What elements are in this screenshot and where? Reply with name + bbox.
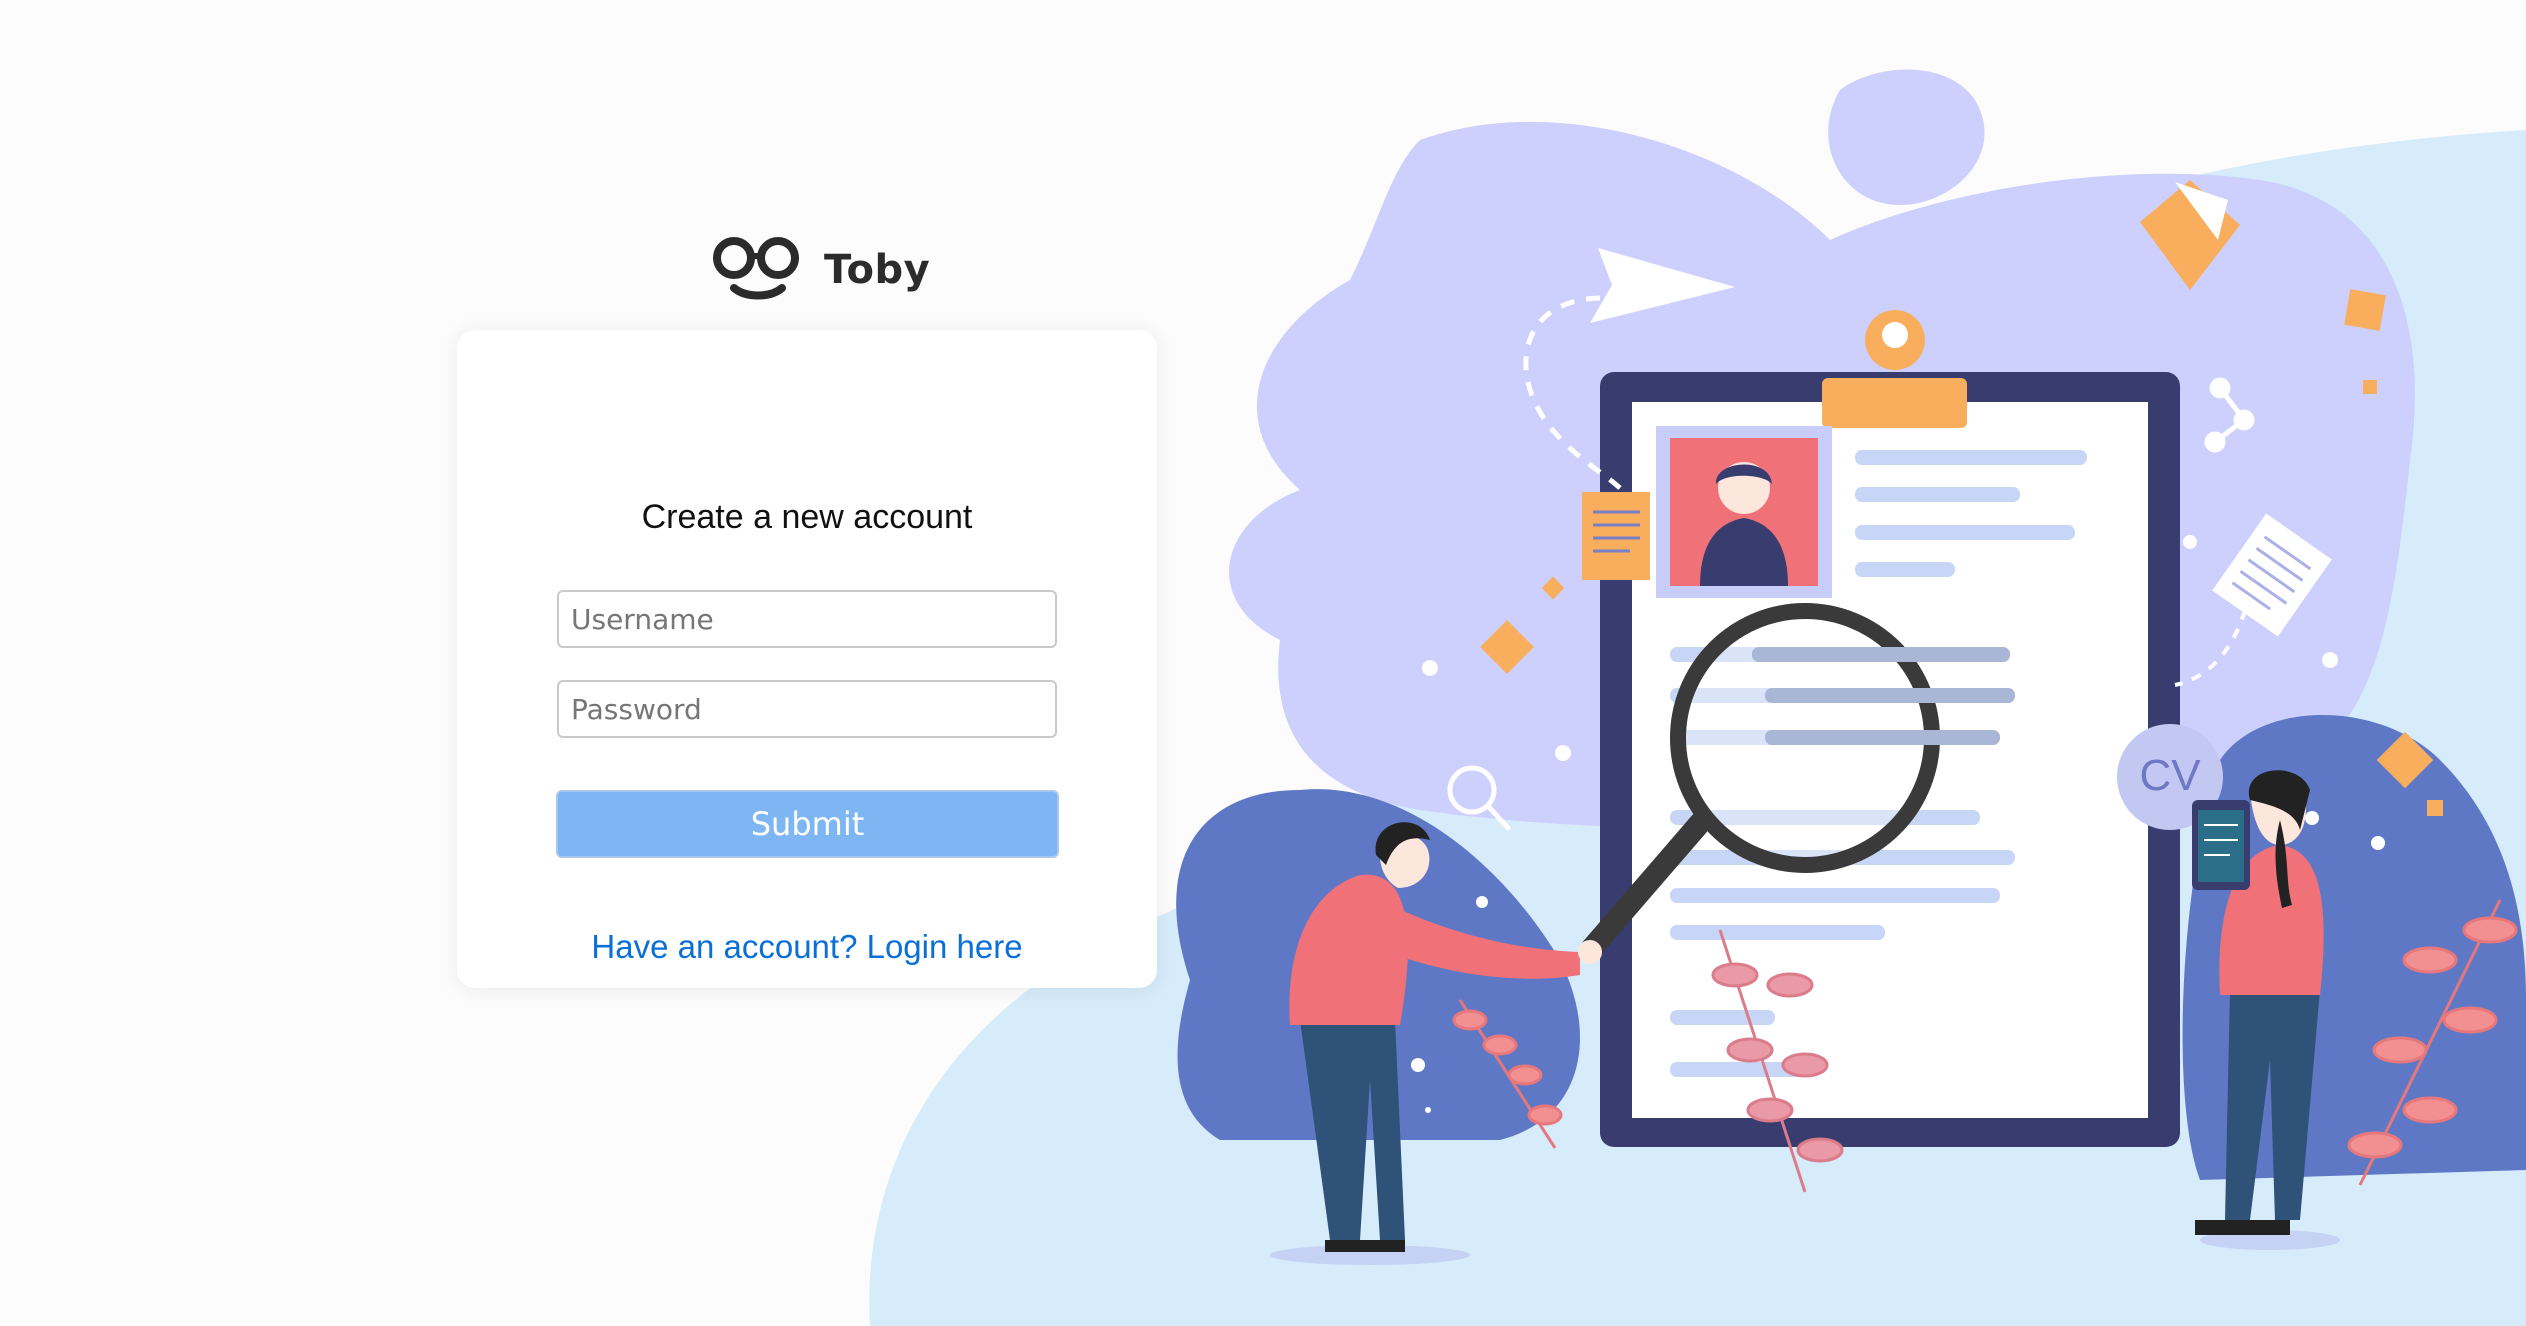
username-input[interactable] xyxy=(557,590,1057,648)
password-input[interactable] xyxy=(557,680,1057,738)
brand-header: Toby xyxy=(712,236,930,304)
glasses-smile-icon xyxy=(713,237,799,300)
sticky-note xyxy=(1582,492,1650,580)
lavender-dot-blob xyxy=(1828,69,1985,205)
signup-card: Create a new account Submit Have an acco… xyxy=(457,330,1157,988)
clipboard-clip xyxy=(1822,378,1967,428)
cv-review-illustration: CV xyxy=(869,69,2526,1326)
form-title: Create a new account xyxy=(641,498,973,536)
brand-name: Toby xyxy=(824,247,931,293)
submit-button[interactable]: Submit xyxy=(556,790,1059,858)
cv-badge-label: CV xyxy=(2139,751,2201,800)
login-link[interactable]: Have an account? Login here xyxy=(457,928,1157,966)
